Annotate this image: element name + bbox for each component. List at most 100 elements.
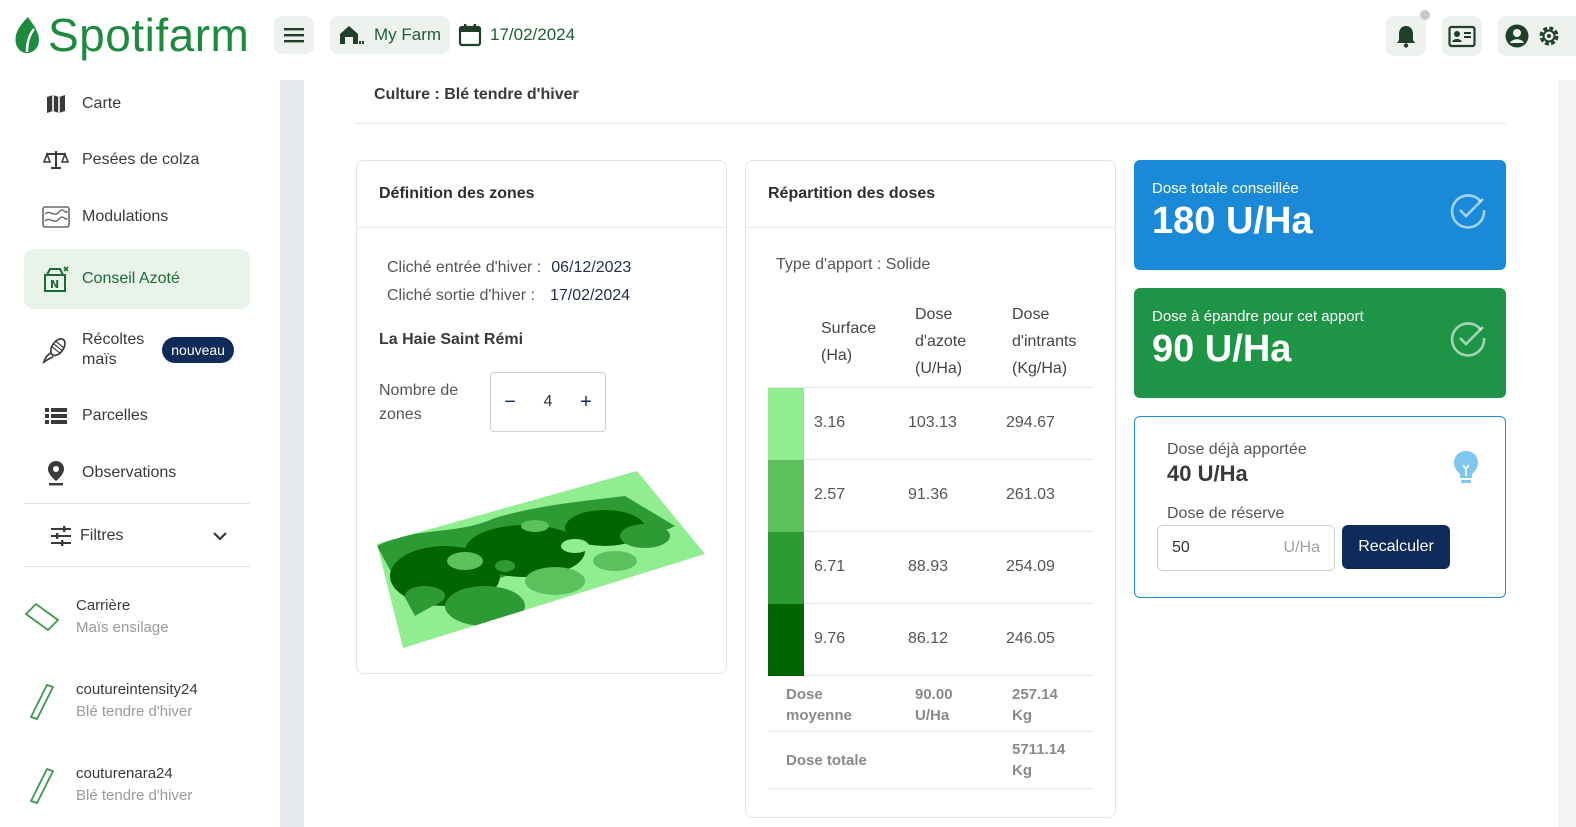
header-line: (Kg/Ha)	[1012, 360, 1068, 377]
average-dose-row: Dose moyenne 90.00 U/Ha 257.14 Kg	[768, 677, 1094, 732]
zones-count-value[interactable]: 4	[544, 393, 553, 411]
label-line-2: maïs	[82, 351, 117, 368]
value-line: 90.00	[915, 686, 953, 703]
header-line: (Ha)	[821, 347, 853, 364]
zone-color-swatch	[768, 532, 804, 604]
user-menu	[1498, 16, 1576, 56]
entry-snapshot-label: Cliché entrée d'hiver :	[387, 259, 542, 276]
lightbulb-icon[interactable]	[1451, 449, 1481, 487]
average-azote: 90.00 U/Ha	[915, 684, 953, 726]
doses-distribution-card: Répartition des doses Type d'apport : So…	[745, 160, 1116, 818]
reserve-dose-unit: U/Ha	[1283, 539, 1320, 556]
surface-cell: 2.57	[814, 486, 846, 503]
applied-dose-value: 40 U/Ha	[1167, 461, 1248, 486]
zones-definition-card: Définition des zones Cliché entrée d'hiv…	[356, 160, 727, 674]
surface-cell: 9.76	[814, 630, 846, 647]
header-line: d'intrants	[1012, 333, 1077, 350]
app-logo[interactable]: Spotifarm	[12, 10, 249, 60]
reserve-dose-input[interactable]: 50 U/Ha	[1157, 525, 1335, 571]
notifications-button[interactable]	[1386, 16, 1426, 56]
list-icon	[42, 407, 70, 425]
reserve-dose-box: Dose déjà apportée 40 U/Ha Dose de réser…	[1134, 416, 1506, 598]
increment-button[interactable]: +	[577, 391, 595, 414]
zone-color-swatch	[768, 388, 804, 460]
card-divider	[357, 227, 726, 228]
sidebar-item-label: Carte	[82, 95, 122, 112]
value-line: 5711.14	[1012, 741, 1066, 758]
location-pin-icon	[42, 460, 70, 486]
total-dose-row: Dose totale 5711.14 Kg	[768, 732, 1094, 789]
zones-map-image	[377, 471, 705, 648]
filter-sliders-icon	[51, 526, 71, 546]
table-row: 6.71 88.93 254.09	[768, 532, 1094, 604]
field-list-item[interactable]: couturenara24 Blé tendre d'hiver	[22, 762, 262, 808]
field-crop: Maïs ensilage	[76, 619, 169, 636]
total-label: Dose totale	[786, 752, 867, 769]
azote-cell: 103.13	[908, 414, 957, 431]
map-icon	[42, 93, 70, 115]
card-divider	[746, 227, 1115, 228]
farm-selector-button[interactable]: My Farm	[330, 16, 450, 54]
field-shape-icon	[22, 762, 62, 808]
sidebar-item-pesees-colza[interactable]: Pesées de colza	[24, 136, 250, 184]
sidebar: Carte Pesées de colza Modulations N Cons…	[0, 72, 280, 827]
scrollbar-track[interactable]	[1558, 80, 1576, 827]
sidebar-item-recoltes-mais[interactable]: Récoltes maïs nouveau	[24, 324, 250, 376]
column-header-intrants: Dose d'intrants (Kg/Ha)	[1012, 301, 1076, 382]
svg-text:N: N	[50, 278, 59, 291]
menu-toggle-button[interactable]	[274, 16, 314, 54]
parcel-name: La Haie Saint Rémi	[379, 331, 524, 348]
sidebar-item-label: Observations	[82, 464, 177, 481]
sidebar-item-observations[interactable]: Observations	[24, 449, 250, 497]
surface-cell: 6.71	[814, 558, 846, 575]
zone-color-swatch	[768, 460, 804, 532]
culture-heading: Culture : Blé tendre d'hiver	[374, 86, 579, 103]
farm-name: My Farm	[374, 25, 442, 44]
modulation-icon	[42, 206, 70, 228]
exit-snapshot: Cliché sortie d'hiver : 17/02/2024	[387, 287, 630, 305]
field-name: couturenara24	[76, 765, 173, 782]
recalculate-button[interactable]: Recalculer	[1342, 525, 1450, 569]
chevron-down-icon	[213, 532, 227, 541]
application-type: Type d'apport : Solide	[776, 256, 931, 273]
sidebar-item-parcelles[interactable]: Parcelles	[24, 392, 250, 440]
total-intrants: 5711.14 Kg	[1012, 739, 1065, 781]
apply-dose-panel: Dose à épandre pour cet apport 90 U/Ha	[1134, 288, 1506, 398]
apply-dose-value: 90 U/Ha	[1152, 328, 1292, 370]
reserve-dose-value: 50	[1172, 539, 1190, 556]
apply-dose-label: Dose à épandre pour cet apport	[1152, 308, 1364, 325]
header-line: (U/Ha)	[915, 360, 963, 377]
scale-icon	[42, 149, 70, 171]
heading-divider	[356, 123, 1506, 124]
entry-snapshot: Cliché entrée d'hiver : 06/12/2023	[387, 259, 631, 277]
date-selector-button[interactable]: 17/02/2024	[458, 16, 575, 54]
sidebar-item-conseil-azote[interactable]: N Conseil Azoté	[24, 249, 250, 309]
nitrogen-icon: N	[42, 265, 70, 293]
content-gutter	[280, 80, 304, 827]
field-list-item[interactable]: Carrière Maïs ensilage	[22, 594, 262, 640]
account-icon[interactable]	[1504, 23, 1530, 49]
sidebar-item-label: Conseil Azoté	[82, 270, 180, 287]
total-dose-label: Dose totale conseillée	[1152, 180, 1299, 197]
surface-cell: 3.16	[814, 414, 846, 431]
filters-toggle[interactable]: Filtres	[24, 516, 250, 556]
total-dose-value: 180 U/Ha	[1152, 200, 1313, 242]
settings-gear-icon[interactable]	[1536, 23, 1562, 49]
filters-label: Filtres	[80, 527, 124, 544]
top-bar: Spotifarm My Farm 17/02/2024	[0, 0, 1576, 72]
value-line: 257.14	[1012, 686, 1058, 703]
contact-card-button[interactable]	[1442, 16, 1482, 56]
new-badge: nouveau	[162, 337, 234, 363]
decrement-button[interactable]: −	[501, 391, 519, 414]
sidebar-item-carte[interactable]: Carte	[24, 80, 250, 128]
card-title: Répartition des doses	[768, 185, 936, 202]
field-list-item[interactable]: coutureintensity24 Blé tendre d'hiver	[22, 678, 262, 724]
bell-icon	[1397, 26, 1415, 48]
label-line-1: Récoltes	[82, 331, 145, 348]
zones-count-stepper: − 4 +	[490, 372, 606, 432]
table-row: 9.76 86.12 246.05	[768, 604, 1094, 676]
hamburger-icon	[284, 28, 304, 43]
reserve-dose-label: Dose de réserve	[1167, 505, 1285, 522]
sidebar-divider	[24, 503, 250, 504]
sidebar-item-modulations[interactable]: Modulations	[24, 193, 250, 241]
